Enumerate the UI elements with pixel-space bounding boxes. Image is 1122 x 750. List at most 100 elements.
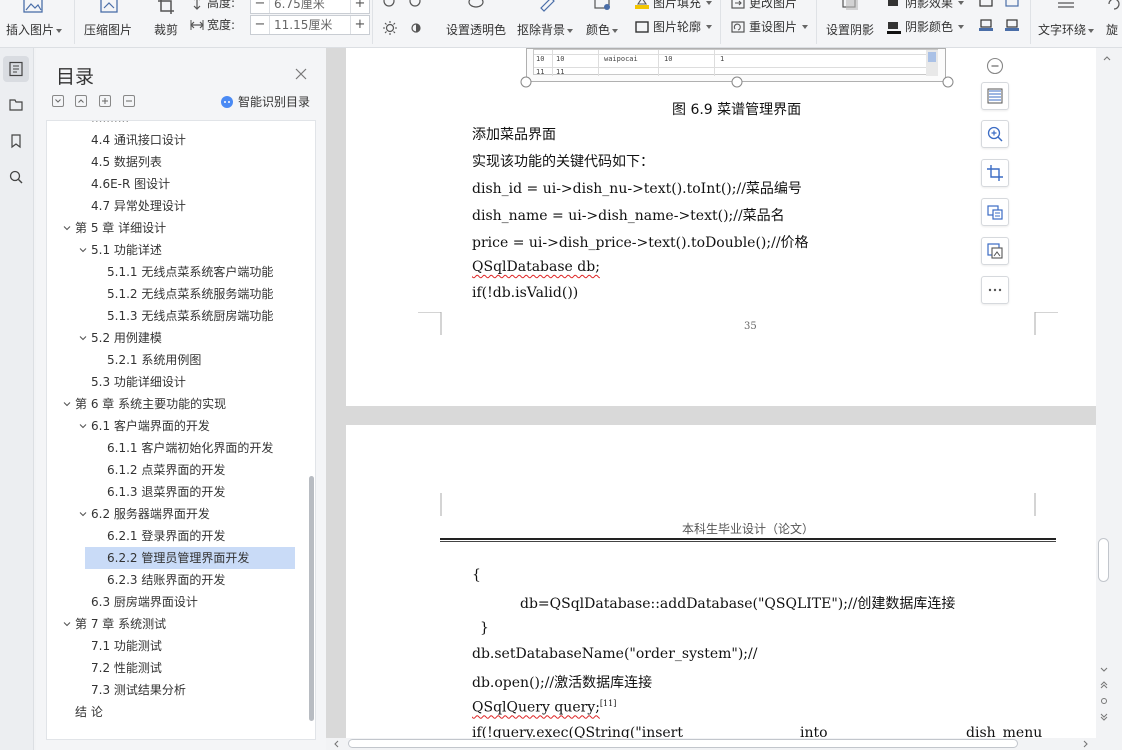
toc-item[interactable]: 7.2 性能测试 xyxy=(47,657,309,679)
color-button[interactable]: 颜色 xyxy=(582,0,622,44)
expand-all-button[interactable] xyxy=(75,95,87,107)
toc-item[interactable]: 7.1 功能测试 xyxy=(47,635,309,657)
toc-item[interactable]: 5.2 用例建模 xyxy=(47,327,309,349)
horizontal-scrollbar[interactable] xyxy=(326,738,1096,750)
chevron-down-icon[interactable] xyxy=(63,620,71,628)
toc-item[interactable]: 4.7 异常处理设计 xyxy=(47,195,309,217)
shadow-down-icon[interactable] xyxy=(1004,0,1020,8)
resize-handle-bottom-center[interactable] xyxy=(731,76,743,88)
insert-picture-button[interactable]: 插入图片 xyxy=(2,0,64,44)
contrast-icon[interactable] xyxy=(408,20,424,36)
toc-item[interactable]: 5.3 功能详细设计 xyxy=(47,371,309,393)
previous-page-icon[interactable] xyxy=(1099,680,1109,690)
toc-item[interactable]: 第 7 章 系统测试 xyxy=(47,613,309,635)
width-spinner[interactable]: − 11.15厘米 + xyxy=(250,15,370,35)
rotate-left-icon[interactable] xyxy=(382,0,396,8)
width-increase-button[interactable]: + xyxy=(351,16,369,34)
chapter-nav-button[interactable] xyxy=(3,92,29,118)
scroll-down-icon[interactable] xyxy=(1099,666,1109,674)
height-input[interactable]: 6.75厘米 xyxy=(269,0,351,13)
search-button[interactable] xyxy=(3,164,29,190)
select-browse-object-icon[interactable] xyxy=(1099,696,1109,706)
resize-handle-bottom-left[interactable] xyxy=(520,76,532,88)
toc-item[interactable]: 4.4 通讯接口设计 xyxy=(47,129,309,151)
shadow-effect-button[interactable]: 阴影效果 xyxy=(886,0,965,11)
crop-picture-button[interactable] xyxy=(981,159,1009,187)
chevron-down-icon[interactable] xyxy=(79,422,87,430)
rotate-button[interactable]: 旋 xyxy=(1102,0,1122,44)
outline-icon xyxy=(635,20,649,33)
add-heading-button[interactable] xyxy=(99,95,111,107)
set-shadow-button[interactable]: 设置阴影 xyxy=(824,0,878,44)
chevron-down-icon[interactable] xyxy=(79,246,87,254)
scroll-right-icon[interactable] xyxy=(1082,740,1090,748)
toc-item[interactable]: 5.1.2 无线点菜系统服务端功能 xyxy=(85,283,295,305)
picture-fill-button[interactable]: 图片填充 xyxy=(634,0,713,11)
code-line: db=QSqlDatabase::addDatabase("QSQLITE");… xyxy=(520,596,956,612)
bookmark-button[interactable] xyxy=(3,128,29,154)
horizontal-scroll-thumb[interactable] xyxy=(348,739,1018,748)
toc-item[interactable]: 6.2.3 结账界面的开发 xyxy=(85,569,295,591)
remove-background-button[interactable]: 抠除背景 xyxy=(515,0,577,44)
scroll-up-icon[interactable] xyxy=(1102,54,1112,62)
layout-options-button[interactable] xyxy=(981,82,1009,110)
toc-scrollbar[interactable] xyxy=(309,476,314,721)
shadow-left-icon[interactable] xyxy=(978,18,994,32)
shadow-up-icon[interactable] xyxy=(978,0,994,8)
crop-button[interactable]: 裁剪 xyxy=(148,0,184,44)
toc-item[interactable]: 6.1.2 点菜界面的开发 xyxy=(85,459,295,481)
rotate-right-icon[interactable] xyxy=(408,0,422,8)
picture-to-text-button[interactable] xyxy=(981,198,1009,226)
resize-handle-bottom-right[interactable] xyxy=(942,76,954,88)
compress-picture-button[interactable]: 压缩图片 xyxy=(80,0,138,44)
collapse-all-button[interactable] xyxy=(52,95,64,107)
text-wrap-button[interactable]: 文字环绕 xyxy=(1036,0,1098,44)
chevron-down-icon[interactable] xyxy=(79,334,87,342)
toc-item[interactable]: 6.1 客户端界面的开发 xyxy=(47,415,309,437)
shadow-color-button[interactable]: 阴影颜色 xyxy=(886,18,965,35)
toc-item[interactable]: 6.2.1 登录界面的开发 xyxy=(85,525,295,547)
toc-item[interactable]: 结 论 xyxy=(47,701,309,723)
toc-item[interactable]: 6.2.2 管理员管理界面开发 xyxy=(85,547,295,569)
toc-item[interactable]: 6.2 服务器端界面开发 xyxy=(47,503,309,525)
height-increase-button[interactable]: + xyxy=(351,0,369,13)
vertical-scrollbar[interactable] xyxy=(1096,48,1122,750)
set-transparent-button[interactable]: 设置透明色 xyxy=(444,0,508,44)
reset-picture-button[interactable]: 重设图片 xyxy=(730,18,809,35)
toc-item[interactable]: 4.5 数据列表 xyxy=(47,151,309,173)
shadow-right-icon[interactable] xyxy=(1004,18,1020,32)
toc-item[interactable]: 7.3 测试结果分析 xyxy=(47,679,309,701)
picture-outline-button[interactable]: 图片轮廓 xyxy=(634,18,713,35)
width-input[interactable]: 11.15厘米 xyxy=(269,16,351,34)
toc-item[interactable]: 5.1.1 无线点菜系统客户端功能 xyxy=(85,261,295,283)
chevron-down-icon[interactable] xyxy=(63,224,71,232)
close-icon[interactable] xyxy=(294,67,308,81)
chevron-down-icon[interactable] xyxy=(79,510,87,518)
toc-item[interactable]: 6.1.1 客户端初始化界面的开发 xyxy=(85,437,295,459)
collapse-toolbar-button[interactable] xyxy=(981,52,1009,80)
remove-heading-button[interactable] xyxy=(123,95,135,107)
scroll-left-icon[interactable] xyxy=(332,740,340,748)
picture-edit-button[interactable] xyxy=(981,237,1009,265)
height-spinner[interactable]: − 6.75厘米 + xyxy=(250,0,370,14)
toc-item[interactable]: 6.1.3 退菜界面的开发 xyxy=(85,481,295,503)
picture-icon xyxy=(23,0,43,13)
vertical-scroll-thumb[interactable] xyxy=(1098,538,1109,582)
width-decrease-button[interactable]: − xyxy=(251,16,269,34)
toc-item[interactable]: 6.3 厨房端界面设计 xyxy=(47,591,309,613)
height-decrease-button[interactable]: − xyxy=(251,0,269,13)
toc-item[interactable]: 5.1.3 无线点菜系统厨房端功能 xyxy=(85,305,295,327)
zoom-picture-button[interactable] xyxy=(981,120,1009,148)
toc-panel-button[interactable] xyxy=(3,56,29,82)
change-picture-button[interactable]: 更改图片 xyxy=(730,0,797,11)
toc-item[interactable]: 第 5 章 详细设计 xyxy=(47,217,309,239)
toc-item[interactable]: 第 6 章 系统主要功能的实现 xyxy=(47,393,309,415)
more-options-button[interactable] xyxy=(981,276,1009,304)
next-page-icon[interactable] xyxy=(1099,712,1109,722)
toc-item[interactable]: 5.1 功能详述 xyxy=(47,239,309,261)
brightness-icon[interactable] xyxy=(382,20,398,36)
chevron-down-icon[interactable] xyxy=(63,400,71,408)
toc-item[interactable]: 4.6E-R 图设计 xyxy=(47,173,309,195)
toc-item[interactable]: 5.2.1 系统用例图 xyxy=(85,349,295,371)
ai-recognize-toc-button[interactable]: 智能识别目录 xyxy=(220,93,310,110)
